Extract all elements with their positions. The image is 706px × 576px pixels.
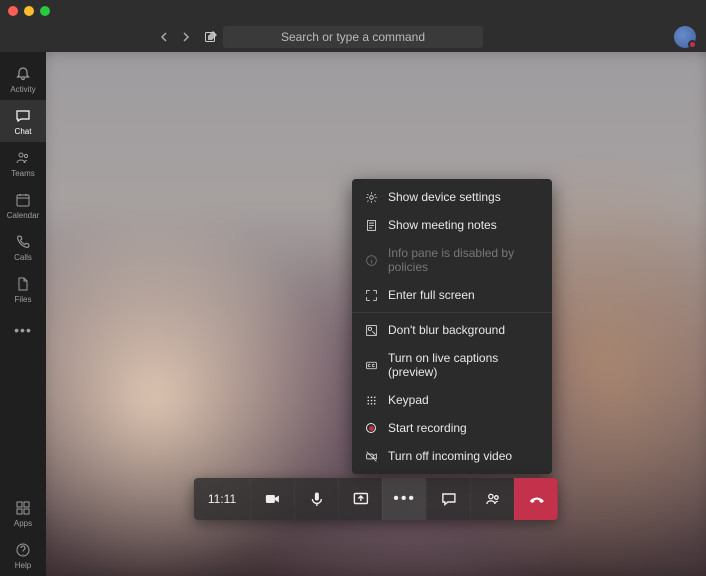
- menu-live-captions[interactable]: Turn on live captions (preview): [352, 344, 552, 386]
- menu-fullscreen[interactable]: Enter full screen: [352, 281, 552, 309]
- mic-icon: [308, 490, 326, 508]
- menu-label: Start recording: [388, 421, 467, 435]
- blur-icon: [364, 323, 378, 337]
- record-icon: [364, 421, 378, 435]
- call-control-bar: 11:11 •••: [194, 478, 558, 520]
- teams-icon: [14, 149, 32, 167]
- rail-item-chat[interactable]: Chat: [0, 100, 46, 142]
- camera-toggle-button[interactable]: [250, 478, 294, 520]
- bell-icon: [14, 65, 32, 83]
- notes-icon: [364, 218, 378, 232]
- keypad-icon: [364, 393, 378, 407]
- more-icon: •••: [14, 321, 32, 339]
- hang-up-button[interactable]: [514, 478, 558, 520]
- window-titlebar: [0, 0, 706, 22]
- menu-separator: [352, 312, 552, 313]
- presence-badge: [688, 40, 697, 49]
- menu-info-disabled: Info pane is disabled by policies: [352, 239, 552, 281]
- calendar-icon: [14, 191, 32, 209]
- menu-label: Info pane is disabled by policies: [388, 246, 540, 274]
- menu-device-settings[interactable]: Show device settings: [352, 183, 552, 211]
- rail-item-teams[interactable]: Teams: [0, 142, 46, 184]
- menu-start-recording[interactable]: Start recording: [352, 414, 552, 442]
- rail-label: Help: [15, 561, 31, 570]
- camera-icon: [264, 490, 282, 508]
- app-rail: Activity Chat Teams Calendar Calls: [0, 52, 46, 576]
- mic-toggle-button[interactable]: [294, 478, 338, 520]
- rail-label: Calls: [14, 253, 32, 262]
- rail-label: Chat: [15, 127, 32, 136]
- call-duration: 11:11: [194, 492, 250, 506]
- window-minimize-button[interactable]: [24, 6, 34, 16]
- menu-label: Turn on live captions (preview): [388, 351, 540, 379]
- menu-label: Don't blur background: [388, 323, 505, 337]
- apps-icon: [14, 499, 32, 517]
- menu-label: Show meeting notes: [388, 218, 497, 232]
- rail-label: Calendar: [7, 211, 39, 220]
- video-off-icon: [364, 449, 378, 463]
- search-placeholder: Search or type a command: [281, 30, 425, 44]
- menu-label: Show device settings: [388, 190, 501, 204]
- rail-item-activity[interactable]: Activity: [0, 58, 46, 100]
- menu-label: Turn off incoming video: [388, 449, 512, 463]
- rail-item-calendar[interactable]: Calendar: [0, 184, 46, 226]
- rail-item-files[interactable]: Files: [0, 268, 46, 310]
- compose-button[interactable]: [204, 30, 218, 44]
- more-icon: •••: [393, 490, 416, 508]
- chat-icon: [14, 107, 32, 125]
- rail-item-more[interactable]: •••: [0, 310, 46, 352]
- menu-meeting-notes[interactable]: Show meeting notes: [352, 211, 552, 239]
- info-icon: [364, 253, 378, 267]
- rail-item-help[interactable]: Help: [0, 534, 46, 576]
- gear-icon: [364, 190, 378, 204]
- chat-icon: [440, 490, 458, 508]
- files-icon: [14, 275, 32, 293]
- meeting-stage: Show device settings Show meeting notes …: [46, 52, 706, 576]
- search-input[interactable]: Search or type a command: [223, 26, 483, 48]
- more-actions-menu: Show device settings Show meeting notes …: [352, 179, 552, 474]
- captions-icon: [364, 358, 378, 372]
- more-actions-button[interactable]: •••: [382, 478, 426, 520]
- show-participants-button[interactable]: [470, 478, 514, 520]
- menu-label: Keypad: [388, 393, 429, 407]
- window-close-button[interactable]: [8, 6, 18, 16]
- nav-forward-button[interactable]: [180, 32, 190, 42]
- share-screen-button[interactable]: [338, 478, 382, 520]
- window-zoom-button[interactable]: [40, 6, 50, 16]
- top-bar: Search or type a command: [0, 22, 706, 52]
- show-chat-button[interactable]: [426, 478, 470, 520]
- hangup-icon: [527, 489, 547, 509]
- menu-keypad[interactable]: Keypad: [352, 386, 552, 414]
- rail-item-calls[interactable]: Calls: [0, 226, 46, 268]
- menu-label: Enter full screen: [388, 288, 475, 302]
- share-icon: [352, 490, 370, 508]
- rail-label: Files: [15, 295, 32, 304]
- menu-dont-blur[interactable]: Don't blur background: [352, 316, 552, 344]
- fullscreen-icon: [364, 288, 378, 302]
- phone-icon: [14, 233, 32, 251]
- nav-back-button[interactable]: [160, 32, 170, 42]
- rail-label: Apps: [14, 519, 32, 528]
- menu-incoming-video-off[interactable]: Turn off incoming video: [352, 442, 552, 470]
- user-avatar[interactable]: [674, 26, 696, 48]
- rail-label: Teams: [11, 169, 35, 178]
- rail-item-apps[interactable]: Apps: [0, 492, 46, 534]
- rail-label: Activity: [10, 85, 35, 94]
- help-icon: [14, 541, 32, 559]
- people-icon: [484, 490, 502, 508]
